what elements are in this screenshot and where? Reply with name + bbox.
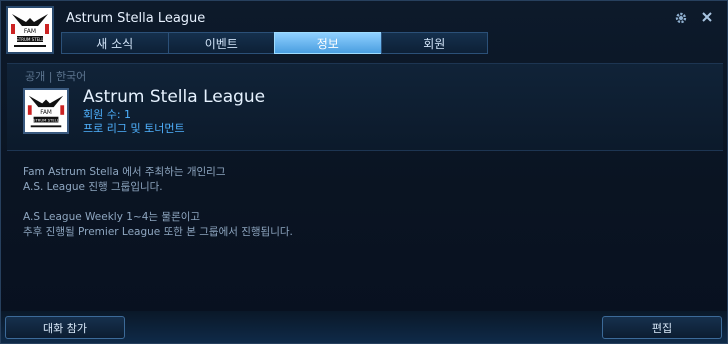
svg-text:FAM: FAM: [40, 110, 52, 116]
svg-text:ASTRUM STELLA: ASTRUM STELLA: [14, 37, 47, 42]
tab-bar: 새 소식 이벤트 정보 회원: [61, 32, 488, 54]
footer-bar: 대화 참가 편집: [1, 311, 727, 343]
join-chat-button[interactable]: 대화 참가: [5, 316, 125, 339]
group-logo: FAM ASTRUM STELLA: [6, 6, 54, 54]
gear-icon[interactable]: [673, 11, 689, 27]
edit-button[interactable]: 편집: [602, 316, 722, 339]
tab-events[interactable]: 이벤트: [167, 32, 275, 54]
svg-text:FAM: FAM: [24, 28, 36, 35]
description-line: Fam Astrum Stella 에서 주최하는 개인리그: [23, 166, 226, 178]
tab-info[interactable]: 정보: [274, 32, 382, 54]
clan-window: FAM ASTRUM STELLA Astrum Stella League 새…: [0, 0, 728, 344]
description-line: A.S League Weekly 1~4는 물론이고: [23, 211, 201, 223]
group-type: 프로 리그 및 토너먼트: [83, 122, 185, 135]
group-name: Astrum Stella League: [83, 87, 266, 107]
window-title: Astrum Stella League: [66, 11, 206, 26]
visibility-language: 공개 | 한국어: [25, 70, 87, 83]
close-icon[interactable]: [699, 11, 715, 27]
group-info-panel: 공개 | 한국어 FAM ASTRUM STELLA Astrum Stella…: [7, 63, 723, 151]
tab-news[interactable]: 새 소식: [61, 32, 169, 54]
group-logo-large: FAM ASTRUM STELLA: [23, 88, 69, 134]
description-line: A.S. League 진행 그룹입니다.: [23, 181, 163, 193]
description-line: 추후 진행될 Premier League 또한 본 그룹에서 진행됩니다.: [23, 226, 293, 238]
group-description: Fam Astrum Stella 에서 주최하는 개인리그 A.S. Leag…: [23, 165, 293, 240]
tab-members[interactable]: 회원: [380, 32, 488, 54]
svg-text:ASTRUM STELLA: ASTRUM STELLA: [30, 118, 62, 123]
